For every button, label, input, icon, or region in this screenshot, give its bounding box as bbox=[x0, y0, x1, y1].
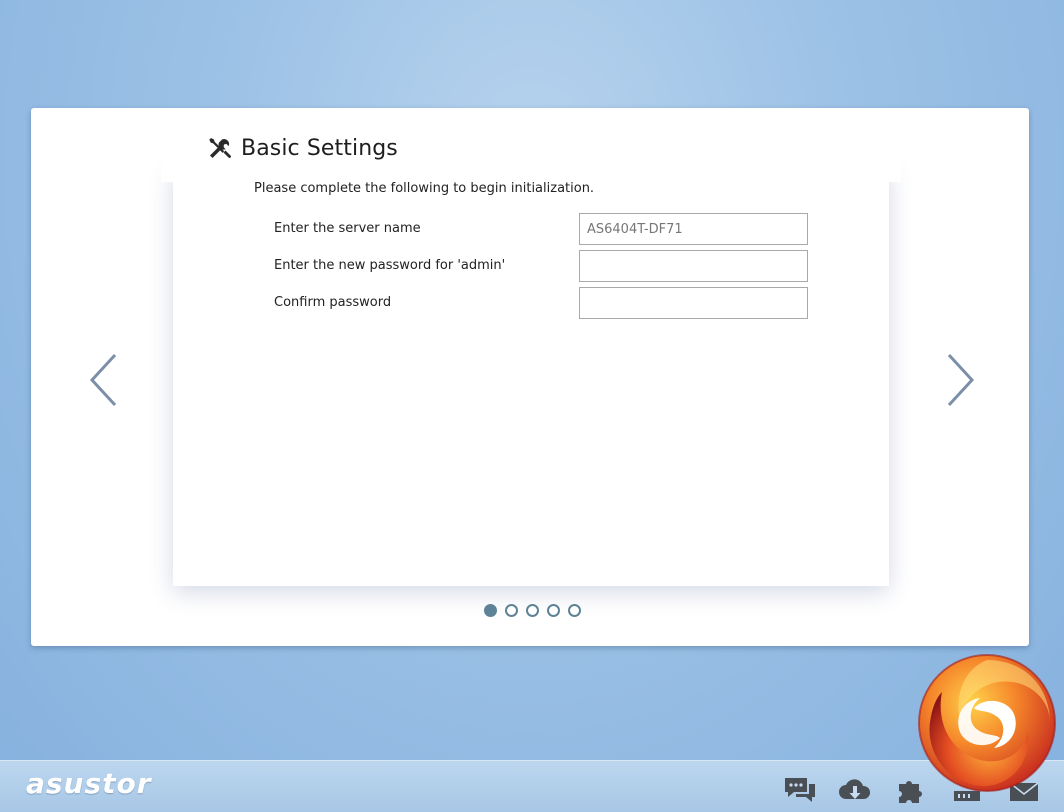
server-name-input[interactable] bbox=[579, 213, 808, 245]
confirm-password-row: Confirm password bbox=[274, 287, 814, 319]
intro-text: Please complete the following to begin i… bbox=[254, 181, 595, 196]
chat-icon[interactable] bbox=[783, 775, 817, 805]
server-name-row: Enter the server name bbox=[274, 213, 814, 245]
confirm-password-input[interactable] bbox=[579, 287, 808, 319]
asustor-logo: asustor bbox=[26, 767, 152, 800]
admin-password-row: Enter the new password for 'admin' bbox=[274, 250, 814, 282]
admin-password-input[interactable] bbox=[579, 250, 808, 282]
cloud-download-icon[interactable] bbox=[838, 775, 872, 805]
previous-step-button[interactable] bbox=[87, 352, 119, 408]
chevron-left-icon bbox=[89, 353, 117, 407]
admin-password-label: Enter the new password for 'admin' bbox=[274, 258, 506, 273]
taskbar: asustor bbox=[0, 760, 1064, 812]
next-step-button[interactable] bbox=[945, 352, 977, 408]
step-dot-4[interactable] bbox=[547, 604, 560, 617]
step-dot-5[interactable] bbox=[568, 604, 581, 617]
step-dot-2[interactable] bbox=[505, 604, 518, 617]
setup-wizard-card: Basic Settings Please complete the follo… bbox=[31, 108, 1029, 646]
confirm-password-label: Confirm password bbox=[274, 295, 392, 310]
wizard-title: Basic Settings bbox=[207, 132, 398, 164]
page-title: Basic Settings bbox=[241, 135, 398, 161]
step-dot-1[interactable] bbox=[484, 604, 497, 617]
app-badge-logo bbox=[918, 654, 1056, 792]
step-indicator bbox=[484, 604, 581, 617]
step-dot-3[interactable] bbox=[526, 604, 539, 617]
chevron-right-icon bbox=[947, 353, 975, 407]
tools-icon bbox=[209, 138, 231, 158]
server-name-label: Enter the server name bbox=[274, 221, 421, 236]
